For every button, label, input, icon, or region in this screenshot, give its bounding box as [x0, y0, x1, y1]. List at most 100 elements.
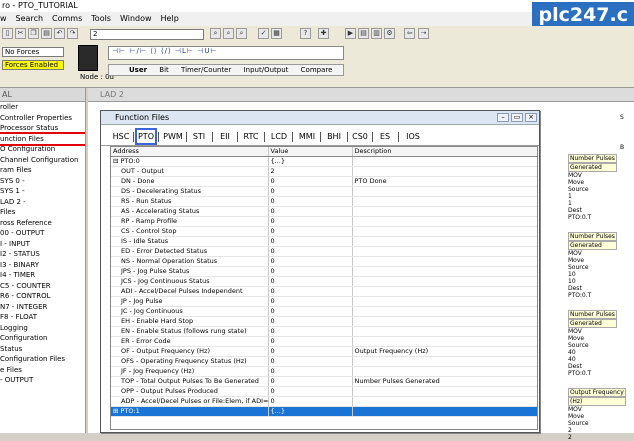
tree-item[interactable]: LAD 2 - — [0, 197, 85, 208]
itab-input-output[interactable]: Input/Output — [244, 66, 289, 74]
cell-value[interactable]: 0 — [268, 316, 353, 327]
tree-item[interactable]: C5 - COUNTER — [0, 281, 85, 292]
tab-mmi[interactable]: MMI — [295, 130, 319, 144]
minimize-icon[interactable]: – — [497, 113, 509, 122]
menu-item[interactable]: w — [0, 14, 7, 23]
cell-value[interactable]: 0 — [268, 276, 353, 287]
cell-value[interactable]: 0 — [268, 196, 353, 207]
cell-value[interactable]: 0 — [268, 286, 353, 297]
tree-item[interactable]: ram Files — [0, 165, 85, 176]
settings-icon[interactable]: ⚙ — [384, 28, 395, 39]
table-row[interactable]: JCS - Jog Continuous Status 0 — [111, 276, 537, 287]
cell-value[interactable]: 0 — [268, 206, 353, 217]
menu-item[interactable]: Window — [120, 14, 152, 23]
table-row[interactable]: JF - Jog Frequency (Hz) 0 — [111, 366, 537, 377]
tree-item[interactable]: R6 - CONTROL — [0, 291, 85, 302]
tab-pwm[interactable]: PWM — [161, 130, 185, 144]
table-row[interactable]: ED - Error Detected Status 0 — [111, 246, 537, 257]
table-row[interactable]: ER - Error Code 0 — [111, 336, 537, 347]
cell-value[interactable]: 0 — [268, 246, 353, 257]
instruction-icons[interactable]: ⊣⊢ ⊢/⊢ ⟨⟩ ⟨/⟩ ⊣L⊢ ⊣U⊢ — [112, 47, 218, 55]
cell-value[interactable]: 0 — [268, 376, 353, 387]
menu-item[interactable]: Search — [16, 14, 43, 23]
tree-item[interactable]: I2 - STATUS — [0, 249, 85, 260]
maximize-icon[interactable]: ▭ — [511, 113, 523, 122]
cell-value[interactable]: 0 — [268, 366, 353, 377]
cell-value[interactable]: 0 — [268, 236, 353, 247]
ladder-rung[interactable]: Number Pulses Generated MOV Move Source 10 10 D… — [568, 232, 617, 299]
tree-item[interactable]: I3 - BINARY — [0, 260, 85, 271]
cell-value[interactable]: 0 — [268, 256, 353, 267]
tree-item[interactable]: SYS 0 - — [0, 176, 85, 187]
cell-value[interactable]: 0 — [268, 356, 353, 367]
chart-icon[interactable]: ▤ — [358, 28, 369, 39]
tree-item[interactable]: Logging — [0, 323, 85, 334]
cell-value[interactable]: 0 — [268, 396, 353, 407]
zoom-icon[interactable]: ⌕ — [210, 28, 221, 39]
undo-icon[interactable]: ↶ — [54, 28, 65, 39]
tab-sti[interactable]: STI — [187, 130, 211, 144]
tree-item[interactable]: unction Files — [0, 131, 85, 146]
tree-item[interactable]: SYS 1 - — [0, 186, 85, 197]
tree-item[interactable]: e Files — [0, 365, 85, 376]
tab-es[interactable]: ES — [373, 130, 397, 144]
tree-item[interactable]: 00 - OUTPUT — [0, 228, 85, 239]
table-row[interactable]: NS - Normal Operation Status 0 — [111, 256, 537, 267]
add-icon[interactable]: ✚ — [318, 28, 329, 39]
table-row[interactable]: ADP - Accel/Decel Pulses or File:Elem, i… — [111, 396, 537, 407]
table-row[interactable]: JP - Jog Pulse 0 — [111, 296, 537, 307]
table-row[interactable]: TOP - Total Output Pulses To Be Generate… — [111, 376, 537, 387]
tab-bhi[interactable]: BHI — [322, 130, 346, 144]
copy-icon[interactable]: ❐ — [28, 28, 39, 39]
table-row[interactable]: OF - Output Frequency (Hz) 0 Output Freque… — [111, 346, 537, 357]
table-row[interactable]: JC - Jog Continuous 0 — [111, 306, 537, 317]
cut-icon[interactable]: ✂ — [15, 28, 26, 39]
cell-value[interactable]: 2 — [268, 166, 353, 177]
tree-item[interactable]: O Configuration — [0, 144, 85, 155]
tree-item[interactable]: Configuration — [0, 333, 85, 344]
tab-eii[interactable]: EII — [214, 130, 236, 144]
tab-hsc[interactable]: HSC — [110, 130, 132, 144]
back-icon[interactable]: ⇦ — [404, 28, 415, 39]
tab-rtc[interactable]: RTC — [239, 130, 263, 144]
cell-value[interactable]: 0 — [268, 176, 353, 187]
cell-value[interactable]: 0 — [268, 326, 353, 337]
menu-item[interactable]: Comms — [52, 14, 82, 23]
table-row[interactable]: JPS - Jog Pulse Status 0 — [111, 266, 537, 277]
menu-item[interactable]: Help — [161, 14, 179, 23]
cell-value[interactable]: 0 — [268, 186, 353, 197]
cell-value[interactable]: 0 — [268, 306, 353, 317]
tree-item[interactable]: Channel Configuration — [0, 155, 85, 166]
ladder-rung[interactable]: Number Pulses Generated MOV Move Source 40 40 D… — [568, 310, 617, 377]
tree-item[interactable]: F8 - FLOAT — [0, 312, 85, 323]
col-header-address[interactable]: Address — [111, 147, 269, 157]
report-icon[interactable]: ▦ — [271, 28, 282, 39]
help-icon[interactable]: ? — [300, 28, 311, 39]
cell-value[interactable]: 0 — [268, 226, 353, 237]
table-row[interactable]: EN - Enable Status (follows rung state) 0 — [111, 326, 537, 337]
ladder-rung[interactable]: Number Pulses Generated MOV Move Source 1 1 Des… — [568, 154, 617, 221]
itab-compare[interactable]: Compare — [301, 66, 333, 74]
tree-item[interactable]: I - INPUT — [0, 239, 85, 250]
graph-icon[interactable]: ▥ — [371, 28, 382, 39]
cell-value[interactable]: {...} — [268, 406, 353, 417]
table-row[interactable]: AS - Accelerating Status 0 — [111, 206, 537, 217]
tab-ios[interactable]: IOS — [401, 130, 425, 144]
verify-icon[interactable]: ✓ — [258, 28, 269, 39]
run-icon[interactable]: ▶ — [345, 28, 356, 39]
redo-icon[interactable]: ↷ — [67, 28, 78, 39]
table-row[interactable]: ADI - Accel/Decel Pulses Independent 0 — [111, 286, 537, 297]
table-row[interactable]: OFS - Operating Frequency Status (Hz) 0 — [111, 356, 537, 367]
table-row[interactable]: RP - Ramp Profile 0 — [111, 216, 537, 227]
cell-value[interactable]: {...} — [268, 156, 353, 167]
itab-user[interactable]: User — [129, 66, 147, 74]
table-row[interactable]: IS - Idle Status 0 — [111, 236, 537, 247]
ladder-rung[interactable]: Output Frequency (Hz) MOV Move Source 2 2 — [568, 388, 626, 441]
close-icon[interactable]: × — [525, 113, 537, 122]
table-row[interactable]: CS - Control Stop 0 — [111, 226, 537, 237]
tab-lcd[interactable]: LCD — [267, 130, 291, 144]
paste-icon[interactable]: ▤ — [41, 28, 52, 39]
open-icon[interactable]: ▯ — [2, 28, 13, 39]
cell-value[interactable]: 0 — [268, 216, 353, 227]
tree-item[interactable]: ross Reference — [0, 218, 85, 229]
